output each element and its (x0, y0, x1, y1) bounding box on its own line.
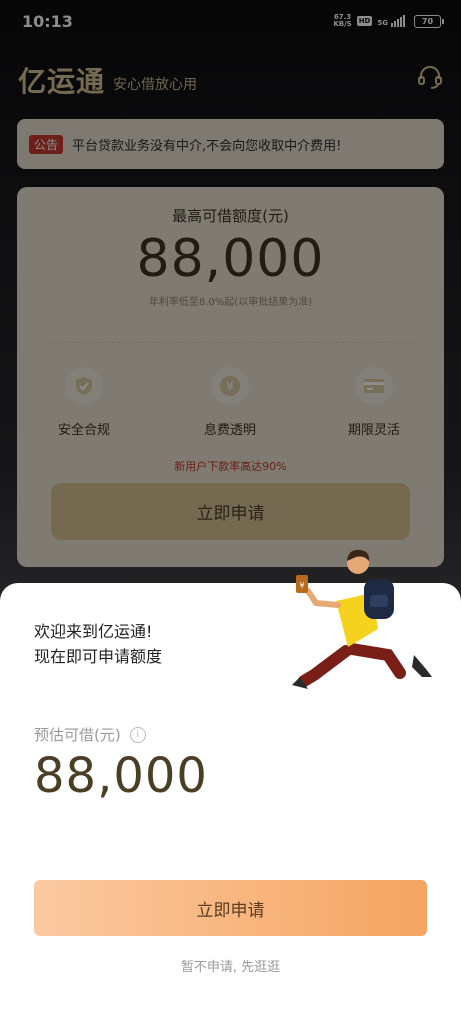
runner-illustration: ¥ (292, 549, 432, 689)
welcome-line-1: 欢迎来到亿运通! (34, 622, 153, 641)
info-icon[interactable]: i (129, 726, 146, 743)
estimate-label: 预估可借(元) (34, 726, 121, 744)
skip-link[interactable]: 暂不申请, 先逛逛 (0, 956, 461, 975)
apply-now-button[interactable]: 立即申请 (34, 880, 427, 936)
welcome-message: 欢迎来到亿运通! 现在即可申请额度 (34, 619, 162, 669)
estimate-label-row: 预估可借(元) i (34, 724, 146, 745)
estimate-amount: 88,000 (34, 748, 208, 804)
svg-text:¥: ¥ (299, 581, 304, 590)
welcome-line-2: 现在即可申请额度 (34, 647, 163, 666)
